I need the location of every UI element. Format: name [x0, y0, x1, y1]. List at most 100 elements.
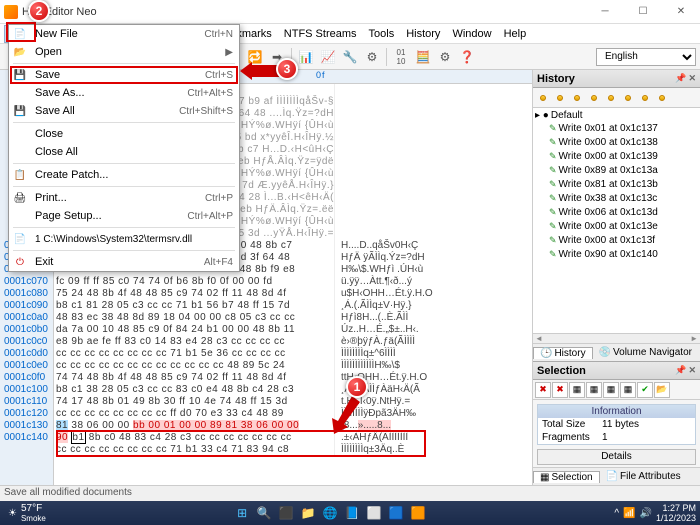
hist-btn6-icon[interactable] — [620, 90, 636, 106]
menu-close-all[interactable]: Close All — [9, 143, 239, 161]
system-tray[interactable]: ^ 📶 🔊 1:27 PM1/12/2023 — [614, 503, 696, 523]
tool2-icon[interactable]: 📈 — [318, 47, 338, 67]
menu-open[interactable]: 📂Open▶ — [9, 43, 239, 61]
hex-row[interactable]: b8 c1 38 28 05 c3 cc cc 83 c0 e4 48 8b c… — [54, 384, 532, 396]
hex-row[interactable]: 75 24 48 8b 4f 48 48 85 c9 74 02 ff 11 4… — [54, 288, 532, 300]
history-item[interactable]: ✎Write 0x81 at 0x1c13b — [535, 177, 698, 191]
history-root[interactable]: ▸ ● Default — [535, 110, 698, 121]
hex-row[interactable]: e8 9b ae fe ff 83 c0 14 83 e4 28 c3 cc c… — [54, 336, 532, 348]
hist-btn8-icon[interactable] — [654, 90, 670, 106]
history-item[interactable]: ✎Write 0x00 at 0x1c13e — [535, 219, 698, 233]
history-item[interactable]: ✎Write 0x00 at 0x1c139 — [535, 149, 698, 163]
menu-create-patch[interactable]: 📋Create Patch... — [9, 166, 239, 184]
panel-close-icon[interactable]: ✕ — [688, 73, 696, 84]
chevron-up-icon[interactable]: ^ — [614, 508, 619, 519]
sel-pin-icon[interactable]: 📌 — [675, 365, 686, 376]
history-item[interactable]: ✎Write 0x01 at 0x1c137 — [535, 121, 698, 135]
hex-row[interactable]: 90 b1 8b c0 48 83 c4 28 c3 cc cc cc cc c… — [54, 432, 532, 444]
menu-save-all[interactable]: 💾Save AllCtrl+Shift+S — [9, 102, 239, 120]
app3-icon[interactable]: 🟦 — [386, 503, 406, 523]
history-item[interactable]: ✎Write 0x00 at 0x1c138 — [535, 135, 698, 149]
sel-btn4[interactable]: ▦ — [586, 382, 602, 398]
search-icon[interactable]: 🔍 — [254, 503, 274, 523]
start-icon[interactable]: ⊞ — [232, 503, 252, 523]
sel-btn8[interactable]: 📂 — [654, 382, 670, 398]
maximize-button[interactable]: ☐ — [628, 2, 658, 22]
address-cell: 0001c140 — [0, 432, 53, 444]
hex-row[interactable]: 74 74 48 8b 4f 48 48 85 c9 74 02 ff 11 4… — [54, 372, 532, 384]
sel-btn5[interactable]: ▦ — [603, 382, 619, 398]
address-cell: 0001c0f0 — [0, 372, 53, 384]
sel-btn7[interactable]: ✔ — [637, 382, 653, 398]
history-item[interactable]: ✎Write 0x89 at 0x1c13a — [535, 163, 698, 177]
menu-print[interactable]: 🖨Print...Ctrl+P — [9, 189, 239, 207]
language-select[interactable]: English — [596, 48, 696, 66]
minimize-button[interactable]: ─ — [590, 2, 620, 22]
hex-row[interactable]: 81 38 06 00 00 bb 00 01 00 00 89 81 38 0… — [54, 420, 532, 432]
explorer-icon[interactable]: 📁 — [298, 503, 318, 523]
history-item[interactable]: ✎Write 0x90 at 0x1c140 — [535, 247, 698, 261]
calc-icon[interactable]: 🧮 — [413, 47, 433, 67]
details-button[interactable]: Details — [537, 449, 696, 465]
menu-save-as[interactable]: Save As...Ctrl+Alt+S — [9, 84, 239, 102]
menu-close[interactable]: Close — [9, 125, 239, 143]
menu-page-setup[interactable]: Page Setup...Ctrl+Alt+P — [9, 207, 239, 225]
hist-btn4-icon[interactable] — [586, 90, 602, 106]
app1-icon[interactable]: 📘 — [342, 503, 362, 523]
history-tree[interactable]: ▸ ● Default ✎Write 0x01 at 0x1c137✎Write… — [533, 108, 700, 333]
hex-row[interactable]: cc cc cc cc cc cc cc cc ff d0 70 e3 33 c… — [54, 408, 532, 420]
hist-btn5-icon[interactable] — [603, 90, 619, 106]
sel-close-icon[interactable]: ✕ — [688, 365, 696, 376]
tool4-icon[interactable]: ⚙ — [362, 47, 382, 67]
sel-btn6[interactable]: ▦ — [620, 382, 636, 398]
history-item[interactable]: ✎Write 0x38 at 0x1c13c — [535, 191, 698, 205]
hist-btn7-icon[interactable] — [637, 90, 653, 106]
help-icon[interactable]: ❓ — [457, 47, 477, 67]
hexedit-icon[interactable]: 🟧 — [408, 503, 428, 523]
settings-icon[interactable]: ⚙ — [435, 47, 455, 67]
menu-window[interactable]: Window — [446, 26, 497, 42]
pin-icon[interactable]: 📌 — [675, 73, 686, 84]
weather-widget[interactable]: ☀ 57°FSmoke — [8, 503, 46, 523]
hex-row[interactable]: 74 17 48 8b 01 49 8b 30 ff 10 4e 74 48 f… — [54, 396, 532, 408]
volume-icon[interactable]: 🔊 — [640, 508, 652, 519]
menu-ntfs[interactable]: NTFS Streams — [278, 26, 363, 42]
history-scrollbar[interactable]: ◄► — [533, 333, 700, 343]
hex-row[interactable]: cc cc cc cc cc cc cc cc 71 b1 5e 36 cc c… — [54, 348, 532, 360]
wifi-icon[interactable]: 📶 — [623, 508, 635, 519]
app2-icon[interactable]: ⬜ — [364, 503, 384, 523]
sel-btn1[interactable]: ✖ — [535, 382, 551, 398]
hist-redo-icon[interactable] — [552, 90, 568, 106]
edge-icon[interactable]: 🌐 — [320, 503, 340, 523]
tab-history[interactable]: 🕒History — [533, 347, 593, 359]
hex-row[interactable]: cc cc cc cc cc cc cc cc cc cc cc cc 48 8… — [54, 360, 532, 372]
menu-new-file[interactable]: 📄New FileCtrl+N — [9, 25, 239, 43]
hex-row[interactable]: 48 83 ec 38 48 8d 89 18 04 00 00 c8 05 c… — [54, 312, 532, 324]
history-item[interactable]: ✎Write 0x00 at 0x1c13f — [535, 233, 698, 247]
menu-history[interactable]: History — [400, 26, 446, 42]
hist-btn3-icon[interactable] — [569, 90, 585, 106]
tab-file-attrs[interactable]: 📄File Attributes — [600, 471, 687, 482]
status-bar: Save all modified documents — [0, 485, 700, 501]
tool1-icon[interactable]: 📊 — [296, 47, 316, 67]
sel-btn2[interactable]: ✖ — [552, 382, 568, 398]
hex-row[interactable]: b8 c1 81 28 05 c3 cc cc 71 b1 56 b7 48 f… — [54, 300, 532, 312]
close-button[interactable]: ✕ — [666, 2, 696, 22]
clock[interactable]: 1:27 PM1/12/2023 — [656, 503, 696, 523]
sel-btn3[interactable]: ▦ — [569, 382, 585, 398]
hist-undo-icon[interactable] — [535, 90, 551, 106]
menu-save[interactable]: 💾SaveCtrl+S — [9, 66, 239, 84]
tab-selection[interactable]: ▦Selection — [533, 471, 600, 483]
hex-row[interactable]: fc 09 ff ff 85 c0 74 74 0f b6 8b f0 0f 0… — [54, 276, 532, 288]
address-cell: 0001c0c0 — [0, 336, 53, 348]
menu-recent-file[interactable]: 📄1 C:\Windows\System32\termsrv.dll — [9, 230, 239, 248]
hex-row[interactable]: da 7a 00 10 48 85 c9 0f 84 24 b1 00 00 4… — [54, 324, 532, 336]
menu-exit[interactable]: ⏻ExitAlt+F4 — [9, 253, 239, 271]
tab-volume-nav[interactable]: 💿Volume Navigator — [593, 347, 698, 358]
history-item[interactable]: ✎Write 0x06 at 0x1c13d — [535, 205, 698, 219]
taskview-icon[interactable]: ⬛ — [276, 503, 296, 523]
menu-tools[interactable]: Tools — [363, 26, 401, 42]
menu-help[interactable]: Help — [498, 26, 533, 42]
binary-icon[interactable]: 0110 — [391, 47, 411, 67]
tool3-icon[interactable]: 🔧 — [340, 47, 360, 67]
